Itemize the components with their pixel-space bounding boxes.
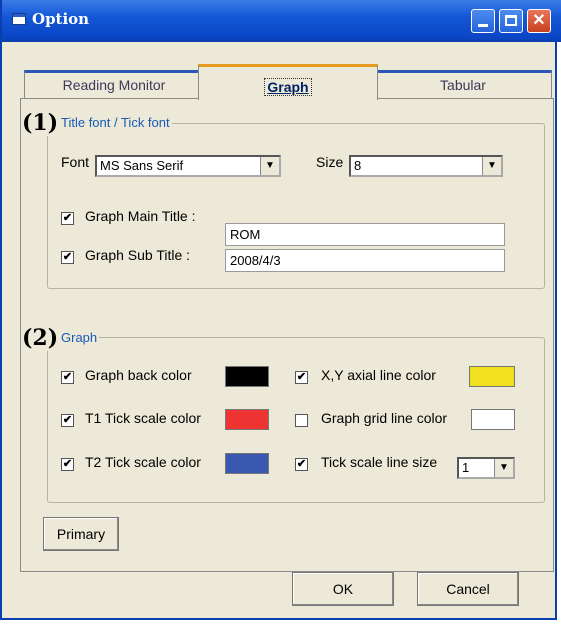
size-label: Size <box>316 154 344 170</box>
minimize-button[interactable] <box>471 9 495 33</box>
maximize-button[interactable] <box>499 9 523 33</box>
group2-label: Graph <box>59 330 100 345</box>
font-select[interactable]: MS Sans Serif ▼ <box>95 155 281 177</box>
maximize-icon <box>505 15 517 26</box>
t1-tick-color-checkbox[interactable]: ✔ <box>61 414 74 427</box>
t1-tick-color-swatch[interactable] <box>225 409 269 430</box>
graph-back-color-swatch[interactable] <box>225 366 269 387</box>
option-dialog: Option ✕ Reading Monitor Graph Tabular (… <box>0 0 561 620</box>
t2-tick-color-checkbox[interactable]: ✔ <box>61 458 74 471</box>
tab-tabular[interactable]: Tabular <box>374 70 552 98</box>
tab-reading-monitor[interactable]: Reading Monitor <box>24 70 204 98</box>
minimize-icon <box>478 24 488 27</box>
chevron-down-icon[interactable]: ▼ <box>260 157 279 175</box>
main-title-input[interactable]: ROM <box>225 223 505 246</box>
size-select[interactable]: 8 ▼ <box>349 155 503 177</box>
tick-line-size-select[interactable]: 1 ▼ <box>457 457 515 479</box>
grid-color-checkbox[interactable] <box>295 414 308 427</box>
grid-color-swatch[interactable] <box>471 409 515 430</box>
group2-number: (2) <box>21 325 60 351</box>
t1-tick-color-label: T1 Tick scale color <box>85 410 201 426</box>
main-title-checkbox[interactable]: ✔ <box>61 212 74 225</box>
main-title-label: Graph Main Title : <box>85 208 196 224</box>
grid-color-label: Graph grid line color <box>321 410 448 426</box>
close-button[interactable]: ✕ <box>527 9 551 33</box>
title-bar[interactable]: Option ✕ <box>2 0 561 42</box>
graph-back-color-checkbox[interactable]: ✔ <box>61 371 74 384</box>
sub-title-input[interactable]: 2008/4/3 <box>225 249 505 272</box>
cancel-button[interactable]: Cancel <box>417 572 519 606</box>
size-select-value: 8 <box>354 158 362 173</box>
font-label: Font <box>61 154 90 170</box>
close-icon: ✕ <box>532 12 546 29</box>
t2-tick-color-label: T2 Tick scale color <box>85 454 201 470</box>
axial-color-label: X,Y axial line color <box>321 367 436 383</box>
tab-graph[interactable]: Graph <box>198 64 378 100</box>
ok-button[interactable]: OK <box>292 572 394 606</box>
app-icon <box>12 13 26 25</box>
tick-line-size-label: Tick scale line size <box>321 454 438 470</box>
axial-color-swatch[interactable] <box>469 366 515 387</box>
graph-back-color-label: Graph back color <box>85 367 192 383</box>
group1-label: Title font / Tick font <box>59 115 172 130</box>
font-select-value: MS Sans Serif <box>100 158 184 173</box>
axial-color-checkbox[interactable]: ✔ <box>295 371 308 384</box>
tick-line-size-value: 1 <box>462 460 470 475</box>
t2-tick-color-swatch[interactable] <box>225 453 269 474</box>
window-title: Option <box>32 10 90 28</box>
group1-number: (1) <box>21 110 60 136</box>
primary-button[interactable]: Primary <box>43 517 119 551</box>
chevron-down-icon[interactable]: ▼ <box>494 459 513 477</box>
graph-tab-panel: (1) Title font / Tick font Font MS Sans … <box>20 98 554 572</box>
sub-title-label: Graph Sub Title : <box>85 247 191 263</box>
tab-graph-label: Graph <box>264 78 312 96</box>
sub-title-checkbox[interactable]: ✔ <box>61 251 74 264</box>
chevron-down-icon[interactable]: ▼ <box>482 157 501 175</box>
tick-line-size-checkbox[interactable]: ✔ <box>295 458 308 471</box>
